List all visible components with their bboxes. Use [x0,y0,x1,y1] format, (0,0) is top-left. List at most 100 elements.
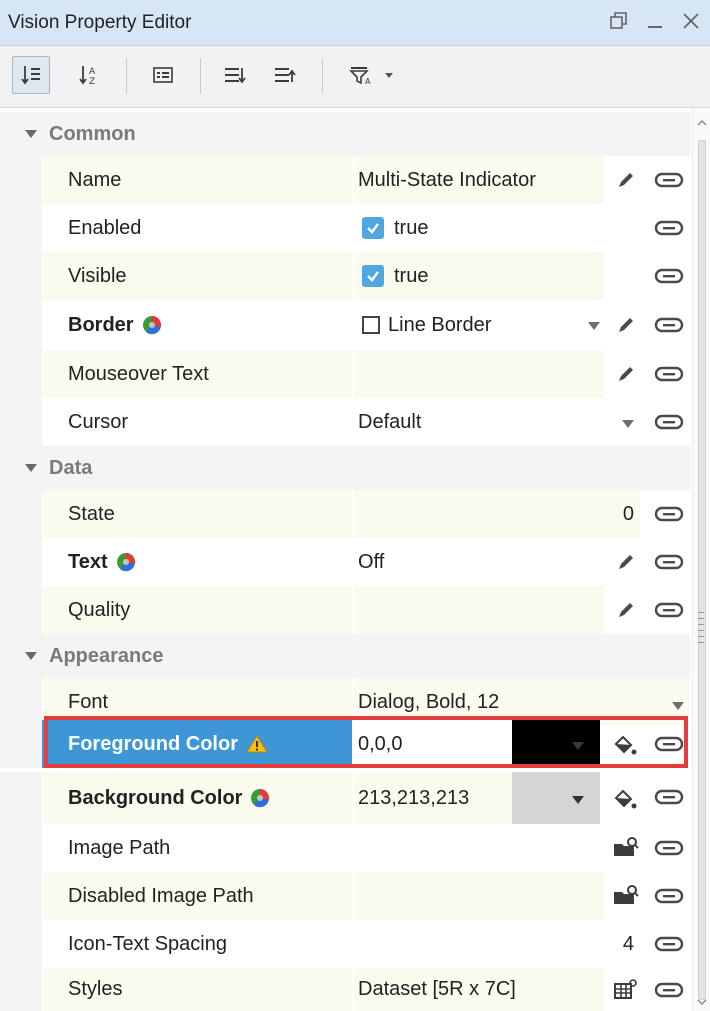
paint-bucket-icon[interactable] [612,787,640,811]
binding-link-icon[interactable] [654,552,684,572]
property-row-cursor[interactable]: Cursor Default [0,398,690,446]
binding-link-icon[interactable] [654,886,684,906]
property-row-mouseover-text[interactable]: Mouseover Text [0,350,690,398]
property-row-disabled-image-path[interactable]: Disabled Image Path [0,872,690,920]
pencil-icon[interactable] [616,364,636,384]
pencil-icon[interactable] [616,315,636,335]
property-value-input[interactable] [354,350,604,398]
binding-link-icon[interactable] [654,734,684,754]
binding-link-icon[interactable] [654,364,684,384]
property-value-input[interactable]: Multi-State Indicator [354,156,604,204]
property-name: Foreground Color [68,732,238,755]
collapse-all-button[interactable] [266,56,304,94]
property-row-name[interactable]: Name Multi-State Indicator [0,156,690,204]
dataset-editor-icon[interactable] [612,978,640,1002]
property-value: Line Border [388,313,492,336]
property-value-input[interactable] [354,824,604,872]
color-swatch-dropdown[interactable] [512,720,600,768]
paint-bucket-icon[interactable] [612,733,640,757]
checkbox-checked[interactable] [362,265,384,287]
color-swatch-dropdown[interactable] [512,772,600,824]
expand-all-icon [225,68,246,84]
property-value-input[interactable]: Off [354,538,604,586]
filter-icon: A [349,67,371,86]
pencil-icon[interactable] [616,170,636,190]
chevron-down-icon [572,742,584,750]
description-panel-icon [153,67,173,83]
property-value-input[interactable]: 0 [354,490,640,538]
sort-categorized-button[interactable] [12,56,50,94]
property-row-image-path[interactable]: Image Path [0,824,690,872]
property-row-text[interactable]: Text Off [0,538,690,586]
binding-link-icon[interactable] [654,412,684,432]
style-customizer-icon [142,316,161,335]
property-value-input[interactable] [354,586,604,634]
scroll-down-icon[interactable] [697,997,707,1007]
property-row-font[interactable]: Font Dialog, Bold, 12 [0,678,690,726]
scroll-up-icon[interactable] [697,118,707,128]
binding-link-icon[interactable] [654,170,684,190]
property-name: Icon-Text Spacing [42,920,352,968]
collapse-all-icon [275,68,296,82]
minimize-button[interactable] [644,8,666,34]
cursor-dropdown[interactable]: Default [354,398,640,446]
float-window-button[interactable] [608,8,630,34]
category-label: Common [49,122,136,145]
svg-text:A: A [365,77,371,86]
property-name: Image Path [42,824,352,872]
property-value-input[interactable]: Dataset [5R x 7C] [354,968,604,1011]
pencil-icon[interactable] [616,552,636,572]
binding-link-icon[interactable] [654,787,684,807]
category-data[interactable]: Data [0,446,690,490]
property-row-border[interactable]: Border Line Border [0,300,690,350]
browse-image-folder-icon[interactable] [612,884,640,908]
toolbar: A Z A [0,46,710,108]
binding-link-icon[interactable] [654,504,684,524]
binding-link-icon[interactable] [654,980,684,1000]
collapse-triangle-icon [25,130,37,138]
collapse-triangle-icon [25,652,37,660]
vertical-scrollbar[interactable] [692,108,710,1011]
sort-alphabetical-button[interactable]: A Z [70,56,108,94]
chevron-down-icon [622,420,634,428]
binding-link-icon[interactable] [654,266,684,286]
scroll-grip-icon [698,612,704,643]
chevron-down-icon [672,702,684,710]
category-appearance[interactable]: Appearance [0,634,690,678]
binding-link-icon[interactable] [654,838,684,858]
color-value-input[interactable]: 213,213,213 [354,772,512,824]
filter-dropdown-button[interactable]: A [336,56,406,94]
pencil-icon[interactable] [616,600,636,620]
property-row-styles[interactable]: Styles Dataset [5R x 7C] [0,968,690,1011]
color-value-input[interactable]: 0,0,0 [354,720,512,768]
checkbox-checked[interactable] [362,217,384,239]
border-dropdown[interactable]: Line Border [354,300,604,350]
chevron-down-icon [588,322,600,330]
toolbar-separator [126,58,127,94]
browse-image-folder-icon[interactable] [612,836,640,860]
property-row-visible[interactable]: Visible true [0,252,690,300]
property-value: true [394,216,429,239]
toolbar-separator [322,58,323,94]
show-description-button[interactable] [144,56,182,94]
category-common[interactable]: Common [0,112,690,156]
font-dropdown[interactable]: Dialog, Bold, 12 [354,678,690,726]
property-row-quality[interactable]: Quality [0,586,690,634]
property-row-enabled[interactable]: Enabled true [0,204,690,252]
property-row-background-color[interactable]: Background Color 213,213,213 [0,772,690,824]
property-name: Mouseover Text [42,350,352,398]
binding-link-icon[interactable] [654,218,684,238]
property-row-state[interactable]: State 0 [0,490,690,538]
scrollbar-thumb[interactable] [698,140,706,1000]
binding-link-icon[interactable] [654,934,684,954]
close-button[interactable] [680,8,702,34]
expand-all-button[interactable] [216,56,254,94]
binding-link-icon[interactable] [654,600,684,620]
property-name: Visible [42,252,352,300]
property-value-input[interactable]: 4 [354,920,640,968]
binding-link-icon[interactable] [654,315,684,335]
property-row-foreground-color[interactable]: Foreground Color 0,0,0 [0,720,690,768]
property-value-input[interactable] [354,872,604,920]
property-name: Name [42,156,352,204]
property-row-icon-text-spacing[interactable]: Icon-Text Spacing 4 [0,920,690,968]
